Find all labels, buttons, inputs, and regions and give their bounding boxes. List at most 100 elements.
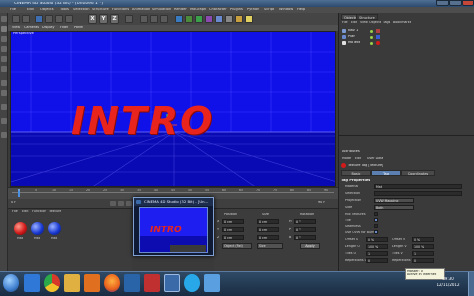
- menu-simulation[interactable]: Simulation: [152, 8, 171, 12]
- y-axis-lock-button[interactable]: Y: [99, 14, 108, 24]
- live-selection-icon[interactable]: [35, 15, 43, 23]
- objects-menu-edit[interactable]: Edit: [351, 21, 357, 24]
- visibility-dot[interactable]: [370, 30, 373, 33]
- coords-mode-select[interactable]: Object (Rel): [222, 243, 252, 249]
- selection-field[interactable]: [374, 191, 462, 196]
- undo-toolbar-icon[interactable]: [12, 15, 20, 23]
- rotation-h-field[interactable]: 0 °: [294, 219, 316, 224]
- redo-toolbar-icon[interactable]: [22, 15, 30, 23]
- flash-icon[interactable]: [144, 274, 160, 292]
- object-mode-icon[interactable]: [1, 36, 7, 42]
- render-settings-icon[interactable]: [160, 15, 168, 23]
- x-axis-lock-button[interactable]: X: [88, 14, 97, 24]
- visibility-dot[interactable]: [370, 36, 373, 39]
- menu-script[interactable]: Script: [264, 8, 274, 12]
- material-swatch-blue[interactable]: [31, 222, 44, 235]
- light-icon[interactable]: [245, 15, 253, 23]
- intro-3d-text[interactable]: INTRO: [71, 102, 214, 140]
- axis-icon[interactable]: [1, 118, 7, 124]
- menu-plugins[interactable]: Plugins: [230, 8, 243, 12]
- objects-menu-objects[interactable]: Objects: [369, 21, 381, 24]
- photoshop-icon[interactable]: [124, 274, 140, 292]
- render-view-icon[interactable]: [140, 15, 148, 23]
- rotation-p-field[interactable]: 0 °: [294, 227, 316, 232]
- rotation-b-field[interactable]: 0 °: [294, 235, 316, 240]
- menu-selection[interactable]: Selection: [73, 8, 90, 12]
- ie-icon[interactable]: [24, 274, 40, 292]
- length-u-field[interactable]: 100 %: [366, 244, 388, 249]
- skype-icon[interactable]: [184, 274, 200, 292]
- material-menu-texture[interactable]: Texture: [49, 210, 61, 213]
- start-orb-icon[interactable]: [3, 274, 19, 292]
- media-icon[interactable]: [84, 274, 100, 292]
- firefox-icon[interactable]: [104, 274, 120, 292]
- close-button[interactable]: [462, 0, 474, 6]
- object-name[interactable]: MoText: [348, 41, 360, 45]
- viewport-menu-panel[interactable]: Panel: [74, 26, 83, 29]
- tab-basic[interactable]: Basic: [341, 170, 371, 176]
- tab-tag[interactable]: Tag: [371, 170, 401, 176]
- material-menu-file[interactable]: File: [12, 210, 18, 213]
- menu-character[interactable]: Character: [209, 8, 227, 12]
- chat-icon[interactable]: [204, 274, 220, 292]
- object-row[interactable]: Nav 1: [340, 29, 472, 34]
- offset-v-field[interactable]: 0 %: [412, 237, 434, 242]
- object-row[interactable]: MoText: [340, 41, 472, 46]
- show-desktop-button[interactable]: [468, 272, 474, 296]
- use-uvw-bump-checkbox[interactable]: [374, 230, 378, 234]
- objects-menu-tags[interactable]: Tags: [383, 21, 390, 24]
- tiles-u-field[interactable]: 1: [366, 251, 388, 256]
- frame-start-field[interactable]: 0 F: [11, 201, 16, 204]
- goto-start-icon[interactable]: [110, 201, 116, 206]
- length-v-field[interactable]: 100 %: [412, 244, 434, 249]
- lock-icon[interactable]: [1, 132, 7, 138]
- coordinate-system-icon[interactable]: [125, 15, 133, 23]
- repetitions-v-field[interactable]: 0: [412, 258, 434, 263]
- menu-render[interactable]: Render: [174, 8, 187, 12]
- scale-icon[interactable]: [55, 15, 63, 23]
- workplane-icon[interactable]: [1, 90, 7, 96]
- tab-coordinates[interactable]: Coordinates: [401, 170, 435, 176]
- objects-menu-file[interactable]: File: [342, 21, 348, 24]
- material-link-field[interactable]: Mat: [374, 184, 462, 189]
- scene-icon[interactable]: [225, 15, 233, 23]
- render-picture-viewer-icon[interactable]: [150, 15, 158, 23]
- size-z-field[interactable]: 0 cm: [257, 235, 279, 240]
- z-axis-lock-button[interactable]: Z: [110, 14, 119, 24]
- menu-structure[interactable]: Structure: [92, 8, 109, 12]
- size-y-field[interactable]: 0 cm: [257, 227, 279, 232]
- menu-help[interactable]: Help: [297, 8, 305, 12]
- menu-animation[interactable]: Animation: [132, 8, 150, 12]
- texture-mode-icon[interactable]: [1, 80, 7, 86]
- snap-icon[interactable]: [1, 104, 7, 110]
- maximize-button[interactable]: [449, 0, 462, 6]
- minimize-button[interactable]: [436, 0, 449, 6]
- position-x-field[interactable]: 0 cm: [222, 219, 244, 224]
- viewport-menu-view[interactable]: View: [12, 26, 20, 29]
- object-row[interactable]: Plan: [340, 35, 472, 40]
- tag-icon[interactable]: [376, 35, 380, 39]
- menu-mograph[interactable]: MoGraph: [190, 8, 206, 12]
- camera-icon[interactable]: [235, 15, 243, 23]
- menu-python[interactable]: Python: [247, 8, 259, 12]
- menu-file[interactable]: File: [10, 8, 16, 12]
- polygons-mode-icon[interactable]: [1, 66, 7, 72]
- apply-button[interactable]: Apply: [300, 243, 320, 249]
- position-y-field[interactable]: 0 cm: [222, 227, 244, 232]
- objects-menu-view[interactable]: View: [360, 21, 368, 24]
- coords-size-select[interactable]: Size: [257, 243, 283, 249]
- menu-functions[interactable]: Functions: [112, 8, 129, 12]
- position-z-field[interactable]: 0 cm: [222, 235, 244, 240]
- menu-edit[interactable]: Edit: [27, 8, 34, 12]
- preview-thumbnail[interactable]: INTRO: [139, 207, 208, 253]
- clock[interactable]: 09:30 12/11/2012: [433, 277, 463, 287]
- prev-frame-icon[interactable]: [126, 201, 132, 206]
- spline-pen-icon[interactable]: [185, 15, 193, 23]
- size-x-field[interactable]: 0 cm: [257, 219, 279, 224]
- prev-key-icon[interactable]: [118, 201, 124, 206]
- attributes-menu-mode[interactable]: Mode: [342, 157, 351, 160]
- seamless-checkbox[interactable]: [374, 224, 378, 228]
- tile-checkbox[interactable]: [374, 218, 378, 222]
- deformer-icon[interactable]: [215, 15, 223, 23]
- cinema4d-icon[interactable]: [164, 274, 180, 292]
